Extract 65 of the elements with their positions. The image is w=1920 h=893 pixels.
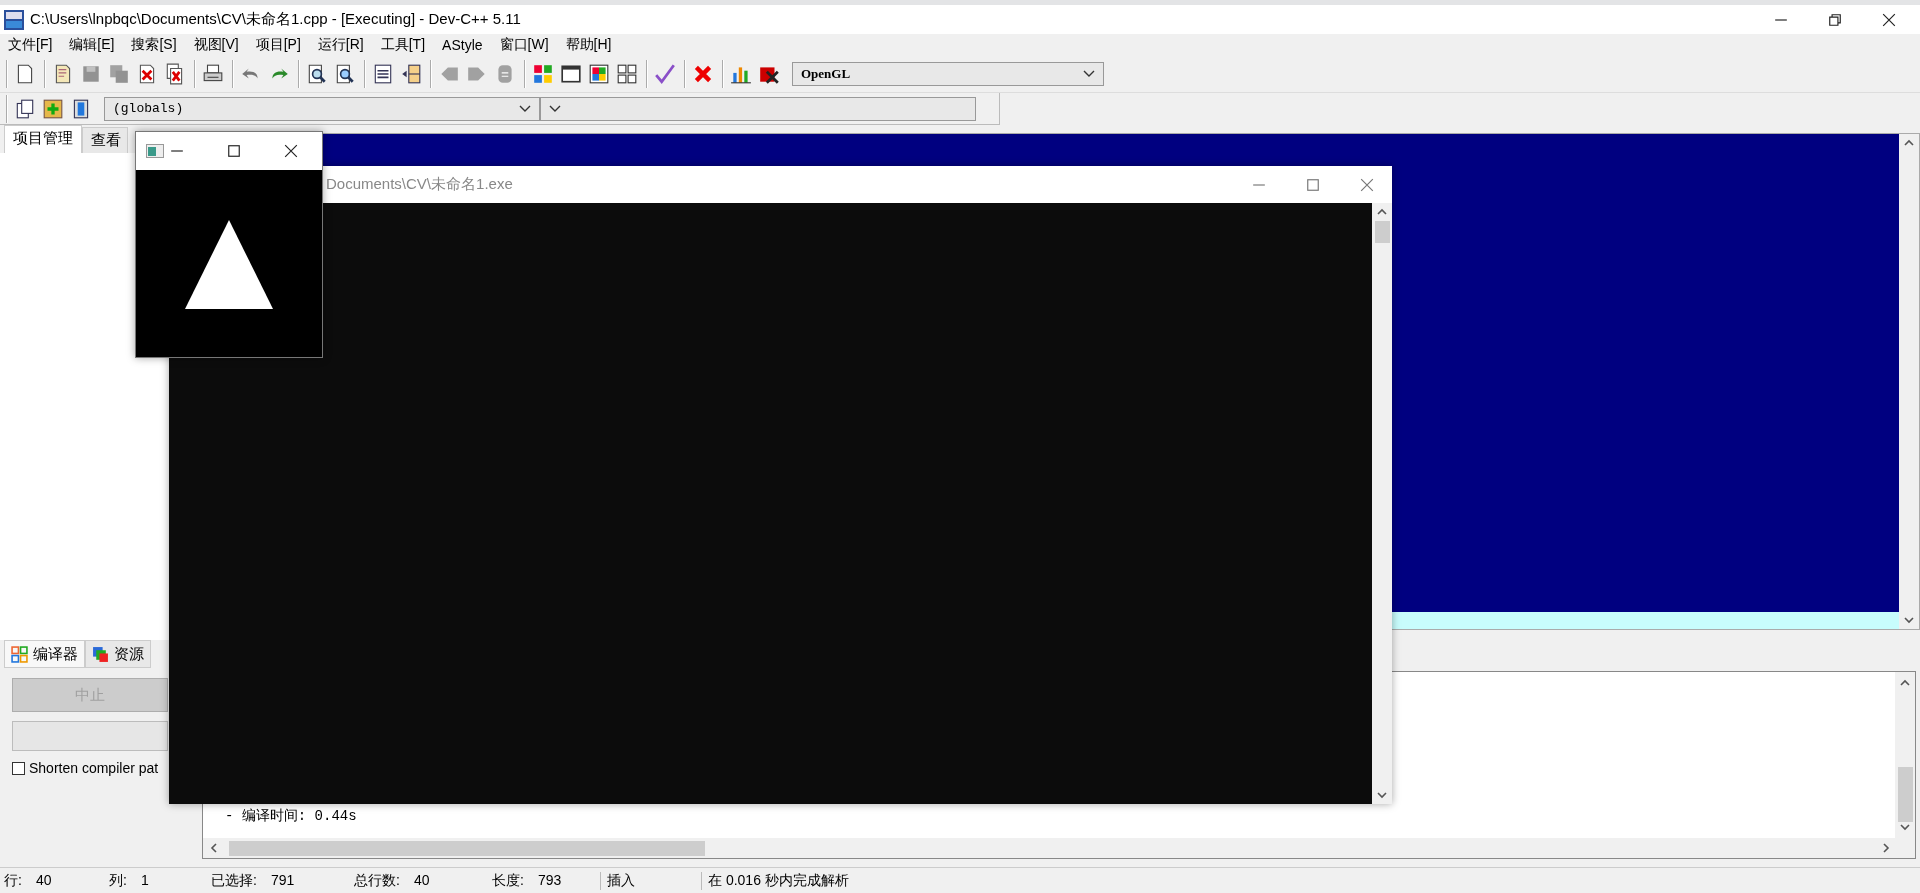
menu-item[interactable]: 窗口[W] <box>493 36 555 54</box>
scroll-right-icon[interactable] <box>1881 843 1891 853</box>
scrollbar-thumb[interactable] <box>229 840 705 856</box>
menu-item[interactable]: 搜索[S] <box>125 36 183 54</box>
stop-icon[interactable] <box>692 63 714 85</box>
menu-item[interactable]: 工具[T] <box>374 36 432 54</box>
resources-icon <box>92 645 109 663</box>
check-icon[interactable] <box>654 63 676 85</box>
status-value: 40 <box>35 871 52 890</box>
rebuild-icon[interactable] <box>616 63 638 85</box>
menu-item[interactable]: 编辑[E] <box>63 36 121 54</box>
unindent-icon[interactable] <box>400 63 422 85</box>
panel-tab[interactable]: 查看 <box>82 127 128 153</box>
status-label: 总行数: <box>354 871 400 890</box>
menu-item[interactable]: AStyle <box>436 37 489 53</box>
status-value: 793 <box>537 871 562 890</box>
status-label: 长度: <box>492 871 524 890</box>
run-icon[interactable] <box>560 63 582 85</box>
status-value: 1 <box>140 871 149 890</box>
add-icon[interactable] <box>42 97 64 120</box>
status-value: 40 <box>413 871 430 890</box>
status-message: 在 0.016 秒内完成解析 <box>701 871 849 890</box>
compile-run-icon[interactable] <box>588 63 610 85</box>
replace-icon[interactable] <box>334 63 356 85</box>
output-line: - 编译时间: 0.44s <box>225 807 357 825</box>
scroll-up-icon[interactable] <box>1900 678 1910 688</box>
scope-dropdown[interactable]: (globals) <box>104 96 540 121</box>
caret-icon <box>549 104 561 113</box>
console-title: Documents\CV\未命名1.exe <box>326 175 513 194</box>
compile-icon[interactable] <box>532 63 554 85</box>
menu-item[interactable]: 运行[R] <box>311 36 370 54</box>
caret-icon <box>519 104 531 113</box>
status-mode: 插入 <box>600 871 701 890</box>
checkbox[interactable] <box>12 761 25 775</box>
panel-tab[interactable]: 项目管理 <box>4 125 82 153</box>
insert-icon[interactable] <box>14 97 36 120</box>
menu-item[interactable]: 帮助[H] <box>559 36 618 54</box>
find-icon[interactable] <box>306 63 328 85</box>
window-icon <box>146 144 164 158</box>
scroll-up-icon[interactable] <box>1377 207 1387 217</box>
compiler-icon <box>11 645 28 663</box>
status-label: 已选择: <box>211 871 257 890</box>
status-label: 行: <box>4 871 22 890</box>
menu-item[interactable]: 项目[P] <box>249 36 307 54</box>
scroll-down-icon[interactable] <box>1377 790 1387 800</box>
panel-tab[interactable]: 编译器 <box>4 640 85 668</box>
scrollbar-thumb[interactable] <box>1374 221 1390 243</box>
compiler-dropdown[interactable]: OpenGL <box>792 62 1104 86</box>
menu-item[interactable]: 视图[V] <box>187 36 245 54</box>
save-all-icon[interactable] <box>108 63 130 85</box>
indent-icon[interactable] <box>372 63 394 85</box>
scroll-down-icon[interactable] <box>1900 822 1910 832</box>
save-icon[interactable] <box>80 63 102 85</box>
caret-icon <box>1083 70 1095 78</box>
panel-tab[interactable]: 资源 <box>85 640 151 668</box>
window-title: C:\Users\lnpbqc\Documents\CV\未命名1.cpp - [Executing] - Dev-C++ 5.11 <box>30 10 522 29</box>
checkbox-label: Shorten compiler pat <box>29 760 159 776</box>
status-value: 791 <box>270 871 295 890</box>
scroll-left-icon[interactable] <box>209 843 219 853</box>
app-icon <box>4 9 24 30</box>
scroll-up-icon[interactable] <box>1904 138 1914 148</box>
scrollbar-thumb[interactable] <box>1897 767 1913 822</box>
scroll-down-icon[interactable] <box>1904 615 1914 625</box>
menu-item[interactable]: 文件[F] <box>2 36 59 54</box>
status-label: 列: <box>109 871 127 890</box>
